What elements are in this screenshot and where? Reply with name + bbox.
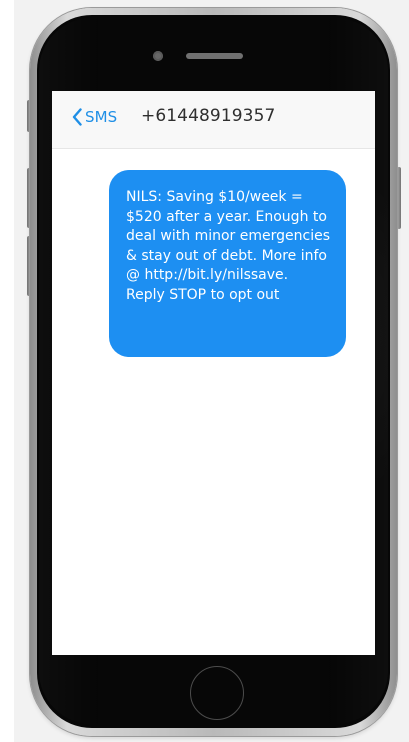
back-button[interactable]: SMS: [72, 108, 117, 126]
front-camera: [153, 51, 163, 61]
phone-mockup: SMS +61448919357 NILS: Saving $10/week =…: [0, 0, 409, 742]
phone-screen: SMS +61448919357 NILS: Saving $10/week =…: [52, 91, 375, 655]
message-text: NILS: Saving $10/week = $520 after a yea…: [126, 189, 330, 303]
power-button: [397, 167, 401, 229]
message-header: SMS +61448919357: [52, 91, 375, 149]
home-button[interactable]: [190, 666, 244, 720]
incoming-message-bubble: NILS: Saving $10/week = $520 after a yea…: [109, 170, 346, 357]
earpiece-speaker: [186, 53, 243, 59]
contact-number: +61448919357: [141, 106, 276, 126]
chevron-left-icon: [72, 108, 82, 126]
back-label: SMS: [85, 108, 118, 126]
